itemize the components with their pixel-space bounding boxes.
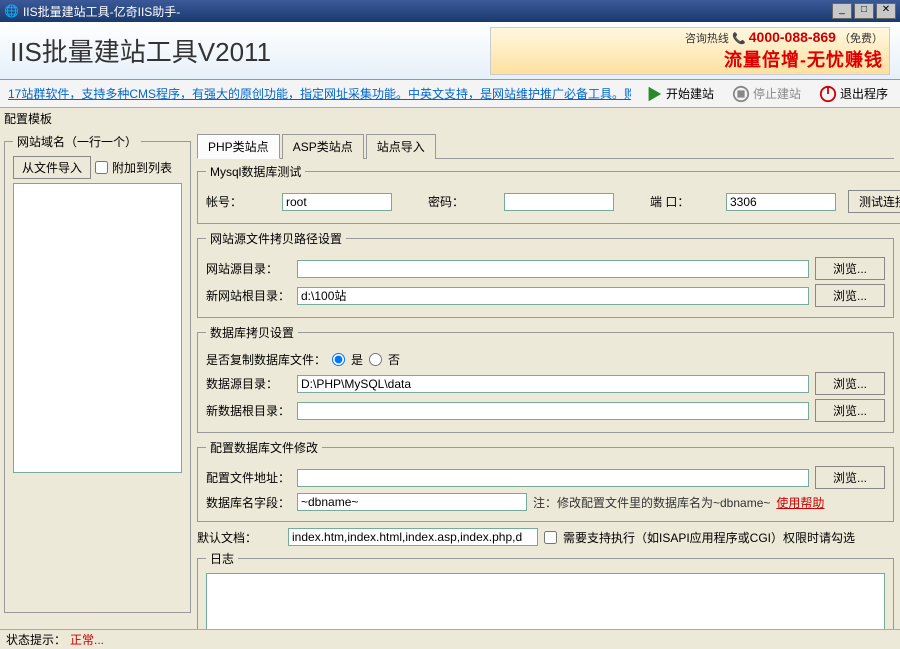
- newroot-label: 新网站根目录：: [206, 287, 291, 304]
- src-dir-input[interactable]: [297, 260, 809, 278]
- src-dir-label: 网站源目录：: [206, 260, 291, 277]
- cfgpath-browse-button[interactable]: 浏览...: [815, 466, 885, 489]
- mysql-port-input[interactable]: [726, 193, 836, 211]
- copy-no-radio[interactable]: [369, 353, 382, 366]
- config-db-group: 配置数据库文件修改 配置文件地址： 浏览... 数据库名字段： 注：修改配置文件…: [197, 439, 894, 522]
- datasrc-input[interactable]: [297, 375, 809, 393]
- tabs: PHP类站点 ASP类站点 站点导入: [197, 133, 894, 159]
- test-connection-button[interactable]: 测试连接: [848, 190, 900, 213]
- mysql-user-input[interactable]: [282, 193, 392, 211]
- cfgpath-input[interactable]: [297, 469, 809, 487]
- start-build-button[interactable]: 开始建站: [641, 83, 718, 105]
- app-icon: 🌐: [4, 4, 19, 18]
- isapi-checkbox[interactable]: [544, 531, 557, 544]
- exit-button[interactable]: 退出程序: [815, 83, 892, 105]
- toolbar: 17站群软件，支持多种CMS程序，有强大的原创功能，指定网址采集功能。中英文支持…: [0, 80, 900, 108]
- stop-build-button: 停止建站: [728, 83, 805, 105]
- append-checkbox[interactable]: [95, 161, 108, 174]
- stop-icon: [732, 85, 750, 103]
- defaultdoc-input[interactable]: [288, 528, 538, 546]
- newdata-browse-button[interactable]: 浏览...: [815, 399, 885, 422]
- close-button[interactable]: ✕: [876, 3, 896, 19]
- window-title: IIS批量建站工具-亿奇IIS助手-: [23, 3, 180, 20]
- isapi-label: 需要支持执行（如ISAPI应用程序或CGI）权限时请勾选: [563, 529, 855, 546]
- newroot-browse-button[interactable]: 浏览...: [815, 284, 885, 307]
- dbfield-input[interactable]: [297, 493, 527, 511]
- status-value: 正常...: [70, 631, 104, 648]
- copy-db-label: 是否复制数据库文件：: [206, 351, 326, 368]
- dbfield-note: 注：修改配置文件里的数据库名为~dbname~: [533, 494, 770, 511]
- maximize-button[interactable]: □: [854, 3, 874, 19]
- header: IIS批量建站工具V2011 咨询热线 📞 4000-088-869 （免费） …: [0, 22, 900, 80]
- play-icon: [645, 85, 663, 103]
- help-link[interactable]: 使用帮助: [776, 494, 824, 511]
- app-title: IIS批量建站工具V2011: [10, 32, 271, 69]
- config-template-label: 配置模板: [4, 110, 900, 127]
- newdata-input[interactable]: [297, 402, 809, 420]
- defaultdoc-label: 默认文档：: [197, 529, 282, 546]
- tab-import[interactable]: 站点导入: [366, 134, 436, 159]
- promo-link[interactable]: 17站群软件，支持多种CMS程序，有强大的原创功能，指定网址采集功能。中英文支持…: [8, 85, 631, 102]
- status-label: 状态提示：: [6, 631, 66, 648]
- ad-banner: 咨询热线 📞 4000-088-869 （免费） 流量倍增-无忧赚钱: [490, 27, 890, 75]
- datasrc-label: 数据源目录：: [206, 375, 291, 392]
- mysql-pass-label: 密码：: [428, 193, 498, 210]
- mysql-port-label: 端 口：: [650, 193, 720, 210]
- src-browse-button[interactable]: 浏览...: [815, 257, 885, 280]
- source-path-group: 网站源文件拷贝路径设置 网站源目录： 浏览... 新网站根目录： 浏览...: [197, 230, 894, 318]
- mysql-pass-input[interactable]: [504, 193, 614, 211]
- status-bar: 状态提示： 正常...: [0, 629, 900, 649]
- power-icon: [819, 85, 837, 103]
- copy-yes-radio[interactable]: [332, 353, 345, 366]
- newroot-input[interactable]: [297, 287, 809, 305]
- db-copy-group: 数据库拷贝设置 是否复制数据库文件： 是 否 数据源目录： 浏览... 新数据根…: [197, 324, 894, 433]
- domain-group: 网站域名（一行一个） 从文件导入 附加到列表: [4, 133, 191, 613]
- domain-list-textarea[interactable]: [13, 183, 182, 473]
- tab-asp[interactable]: ASP类站点: [282, 134, 364, 159]
- mysql-test-group: Mysql数据库测试 帐号： 密码： 端 口： 测试连接: [197, 163, 900, 224]
- tab-php[interactable]: PHP类站点: [197, 134, 280, 159]
- titlebar: 🌐 IIS批量建站工具-亿奇IIS助手- _ □ ✕: [0, 0, 900, 22]
- mysql-user-label: 帐号：: [206, 193, 276, 210]
- minimize-button[interactable]: _: [832, 3, 852, 19]
- cfgpath-label: 配置文件地址：: [206, 469, 291, 486]
- datasrc-browse-button[interactable]: 浏览...: [815, 372, 885, 395]
- newdata-label: 新数据根目录：: [206, 402, 291, 419]
- append-label: 附加到列表: [112, 159, 172, 176]
- dbfield-label: 数据库名字段：: [206, 494, 291, 511]
- import-from-file-button[interactable]: 从文件导入: [13, 156, 91, 179]
